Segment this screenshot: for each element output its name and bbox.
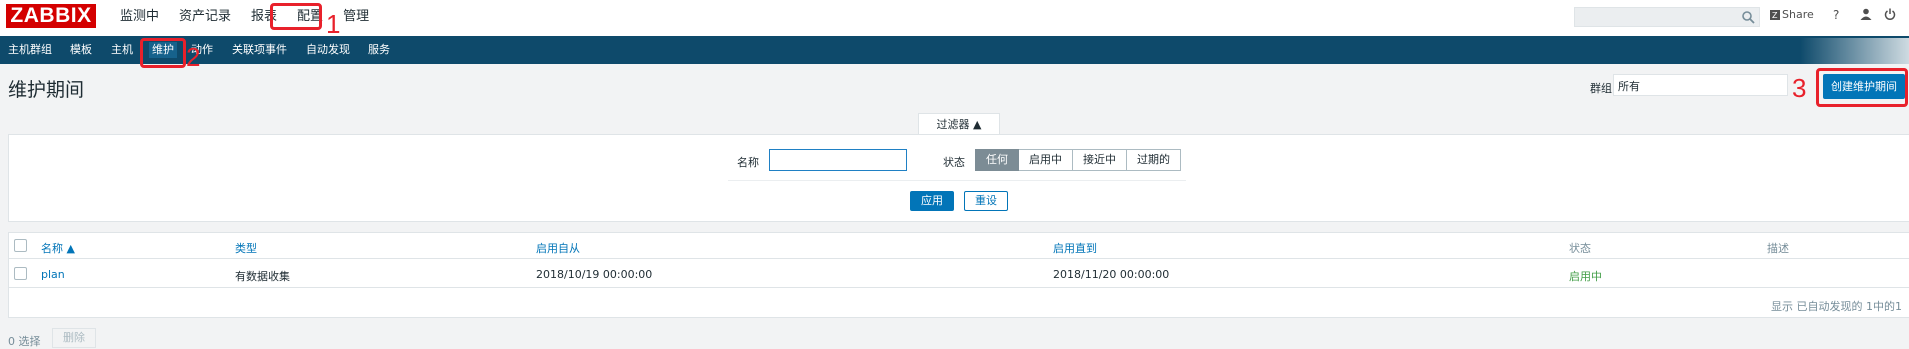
- annotation-number-1: 1: [326, 9, 341, 39]
- column-header-state: 状态: [1569, 242, 1591, 255]
- table-header-divider: [8, 258, 1909, 259]
- search-icon[interactable]: [1741, 10, 1755, 24]
- filter-toggle-tab[interactable]: 过滤器 ▲: [918, 113, 1000, 135]
- column-header-active-till[interactable]: 启用直到: [1053, 240, 1097, 256]
- subnav-hosts[interactable]: 主机: [111, 43, 133, 57]
- maintenance-table: [8, 232, 1909, 318]
- filter-name-label: 名称: [737, 156, 759, 169]
- filter-status-segmented: 任何 启用中 接近中 过期的: [975, 149, 1181, 171]
- sign-out-icon[interactable]: [1884, 8, 1896, 20]
- share-icon: Z: [1770, 9, 1780, 20]
- apply-button[interactable]: 应用: [910, 191, 954, 211]
- group-filter-label: 群组: [1590, 82, 1612, 95]
- row-active-till: 2018/11/20 00:00:00: [1053, 268, 1170, 281]
- help-icon[interactable]: ?: [1833, 8, 1839, 22]
- user-icon: [1860, 8, 1872, 20]
- annotation-box-create: [1816, 68, 1908, 107]
- global-search-input[interactable]: [1574, 7, 1760, 27]
- column-header-name[interactable]: 名称 ▲: [41, 240, 75, 256]
- column-header-type[interactable]: 类型: [235, 240, 257, 256]
- subnav-host-groups[interactable]: 主机群组: [8, 43, 52, 57]
- column-header-active-since[interactable]: 启用自从: [536, 240, 580, 256]
- row-checkbox[interactable]: [14, 267, 27, 280]
- row-name-link[interactable]: plan: [41, 268, 65, 281]
- status-option-approaching[interactable]: 接近中: [1073, 149, 1127, 171]
- selected-count: 0 选择: [8, 335, 41, 348]
- subnav-services[interactable]: 服务: [368, 43, 390, 57]
- menu-inventory[interactable]: 资产记录: [171, 6, 239, 28]
- table-paging-info: 显示 已自动发现的 1中的1: [1771, 300, 1902, 313]
- subnav-templates[interactable]: 模板: [70, 43, 92, 57]
- menu-administration[interactable]: 管理: [335, 6, 377, 28]
- annotation-box-configuration: [270, 3, 322, 30]
- select-all-checkbox[interactable]: [14, 239, 27, 252]
- zabbix-logo[interactable]: ZABBIX: [6, 4, 96, 28]
- annotation-number-2: 2: [186, 42, 201, 72]
- delete-button[interactable]: 删除: [52, 328, 96, 348]
- reset-button[interactable]: 重设: [964, 191, 1008, 211]
- annotation-number-3: 3: [1792, 73, 1807, 103]
- row-active-since: 2018/10/19 00:00:00: [536, 268, 653, 281]
- status-option-active[interactable]: 启用中: [1019, 149, 1073, 171]
- filter-divider: [728, 180, 1186, 181]
- page-title: 维护期间: [8, 79, 85, 101]
- table-row-divider: [8, 287, 1909, 288]
- blurred-area: [1800, 38, 1909, 64]
- subnav-event-correlation[interactable]: 关联项事件: [232, 43, 287, 57]
- row-type: 有数据收集: [235, 270, 290, 283]
- filter-status-label: 状态: [943, 156, 965, 169]
- power-icon: [1884, 8, 1896, 20]
- share-label: Share: [1782, 8, 1814, 21]
- status-option-any[interactable]: 任何: [975, 149, 1019, 171]
- status-option-expired[interactable]: 过期的: [1127, 149, 1181, 171]
- sub-navigation-bar: 主机群组 模板 主机 维护 动作 关联项事件 自动发现 服务: [0, 36, 1909, 64]
- filter-name-input[interactable]: [769, 149, 907, 171]
- main-menu: 监测中 资产记录 报表 配置 管理: [112, 6, 381, 28]
- subnav-discovery[interactable]: 自动发现: [306, 43, 350, 57]
- row-state: 启用中: [1569, 270, 1602, 283]
- user-profile-icon[interactable]: [1860, 8, 1872, 20]
- svg-text:Z: Z: [1772, 11, 1778, 20]
- filter-panel: [8, 134, 1909, 222]
- column-header-description: 描述: [1767, 242, 1789, 255]
- group-filter-select[interactable]: 所有: [1613, 74, 1788, 96]
- share-link[interactable]: Z Share: [1770, 8, 1814, 21]
- menu-monitoring[interactable]: 监测中: [112, 6, 167, 28]
- annotation-box-maintenance: [140, 38, 186, 68]
